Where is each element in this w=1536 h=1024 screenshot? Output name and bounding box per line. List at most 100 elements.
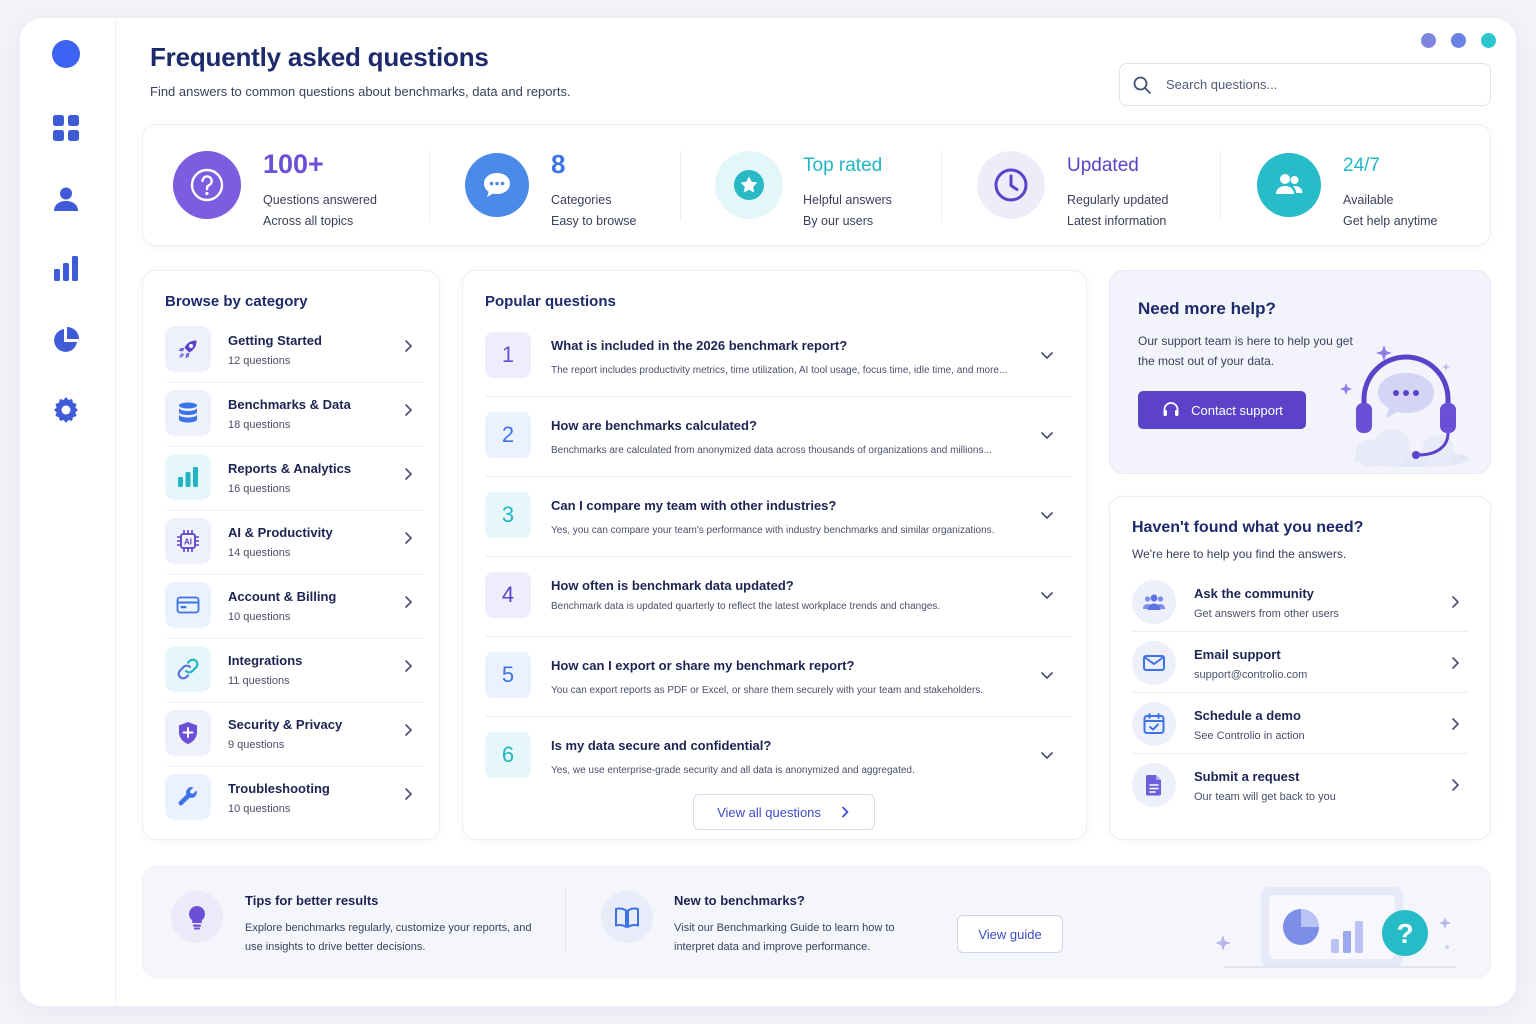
stat-divider xyxy=(941,151,942,221)
view-guide-button[interactable]: View guide xyxy=(957,915,1063,953)
category-item[interactable]: Reports & Analytics 16 questions xyxy=(165,447,423,511)
window-dot-3[interactable] xyxy=(1481,33,1496,48)
window-controls xyxy=(1421,33,1496,48)
contact-support-label: Contact support xyxy=(1191,402,1283,418)
category-name: Security & Privacy xyxy=(228,717,343,732)
email-icon xyxy=(1132,641,1176,685)
question-number: 4 xyxy=(485,572,531,618)
clock-icon xyxy=(977,151,1045,219)
help-option-demo[interactable]: Schedule a demo See Controlio in action xyxy=(1132,693,1468,754)
question-item[interactable]: 1 What is included in the 2026 benchmark… xyxy=(485,317,1071,397)
category-count: 11 questions xyxy=(228,675,290,687)
app-logo[interactable] xyxy=(52,40,80,68)
questions-title: Popular questions xyxy=(485,293,616,310)
question-item[interactable]: 6 Is my data secure and confidential? Ye… xyxy=(485,717,1071,797)
tips-banner: Tips for better results Explore benchmar… xyxy=(142,866,1491,978)
document-icon xyxy=(1132,763,1176,807)
stat-label: Regularly updated xyxy=(1067,193,1169,207)
help-option-email[interactable]: Email support support@controlio.com xyxy=(1132,632,1468,693)
app-window: Frequently asked questions Find answers … xyxy=(20,18,1516,1006)
question-answer-preview: Benchmark data is updated quarterly to r… xyxy=(551,601,941,612)
question-item[interactable]: 2 How are benchmarks calculated? Benchma… xyxy=(485,397,1071,477)
havent-found-panel: Haven't found what you need? We're here … xyxy=(1109,496,1491,840)
window-dot-2[interactable] xyxy=(1451,33,1466,48)
category-count: 14 questions xyxy=(228,547,291,559)
question-number: 2 xyxy=(485,412,531,458)
view-all-label: View all questions xyxy=(717,804,821,820)
question-number: 6 xyxy=(485,732,531,778)
question-text: Can I compare my team with other industr… xyxy=(551,498,837,513)
question-answer-preview: Yes, we use enterprise-grade security an… xyxy=(551,765,915,776)
question-answer-preview: Yes, you can compare your team's perform… xyxy=(551,525,995,536)
question-text: How are benchmarks calculated? xyxy=(551,418,757,433)
category-name: Reports & Analytics xyxy=(228,461,352,476)
chat-bubble-icon xyxy=(465,153,529,217)
users-icon xyxy=(1257,153,1321,217)
chevron-down-icon[interactable] xyxy=(1039,667,1055,683)
category-count: 18 questions xyxy=(228,419,291,431)
stat-value: Top rated xyxy=(803,155,883,176)
help-option-subtitle: Our team will get back to you xyxy=(1194,791,1336,803)
question-item[interactable]: 5 How can I export or share my benchmark… xyxy=(485,637,1071,717)
help-option-community[interactable]: Ask the community Get answers from other… xyxy=(1132,571,1468,632)
help-option-title: Ask the community xyxy=(1194,586,1314,601)
lightbulb-icon xyxy=(171,891,223,943)
category-count: 10 questions xyxy=(228,611,291,623)
category-count: 16 questions xyxy=(228,483,291,495)
dashboard-grid-icon[interactable] xyxy=(52,114,80,142)
stat-label: Available xyxy=(1343,193,1394,207)
chevron-right-icon xyxy=(405,788,412,800)
tips-title: Tips for better results xyxy=(245,893,379,908)
category-name: Integrations xyxy=(228,653,303,668)
chevron-right-icon xyxy=(405,532,412,544)
help-title: Need more help? xyxy=(1138,299,1276,318)
pie-chart-icon[interactable] xyxy=(52,326,80,354)
category-name: Getting Started xyxy=(228,333,322,348)
stat-value: 8 xyxy=(551,149,566,179)
window-dot-1[interactable] xyxy=(1421,33,1436,48)
chevron-down-icon[interactable] xyxy=(1039,747,1055,763)
guide-title: New to benchmarks? xyxy=(674,893,805,908)
user-icon[interactable] xyxy=(52,185,80,213)
stat-divider xyxy=(680,151,681,221)
chevron-right-icon xyxy=(405,404,412,416)
category-item[interactable]: Benchmarks & Data 18 questions xyxy=(165,383,423,447)
category-item[interactable]: AI AI & Productivity 14 questions xyxy=(165,511,423,575)
bar-chart-icon[interactable] xyxy=(52,254,80,282)
svg-text:?: ? xyxy=(1396,918,1413,949)
question-text: How often is benchmark data updated? xyxy=(551,578,794,593)
search-input[interactable] xyxy=(1166,77,1466,92)
category-item[interactable]: Integrations 11 questions xyxy=(165,639,423,703)
chevron-right-icon xyxy=(405,340,412,352)
question-item[interactable]: 4 How often is benchmark data updated? B… xyxy=(485,557,1071,637)
question-answer-preview: Benchmarks are calculated from anonymize… xyxy=(551,445,992,456)
chevron-down-icon[interactable] xyxy=(1039,507,1055,523)
category-count: 9 questions xyxy=(228,739,285,751)
chevron-down-icon[interactable] xyxy=(1039,587,1055,603)
view-all-questions-button[interactable]: View all questions xyxy=(693,794,875,830)
book-icon xyxy=(601,891,653,943)
search-box[interactable] xyxy=(1119,63,1491,106)
contact-support-button[interactable]: Contact support xyxy=(1138,391,1306,429)
stat-value: 100+ xyxy=(263,149,324,179)
tips-divider xyxy=(565,889,566,951)
category-item[interactable]: Security & Privacy 9 questions xyxy=(165,703,423,767)
chevron-down-icon[interactable] xyxy=(1039,427,1055,443)
question-answer-preview: You can export reports as PDF or Excel, … xyxy=(551,685,984,696)
headset-icon xyxy=(1163,402,1179,416)
stat-divider xyxy=(429,151,430,221)
help-option-subtitle: See Controlio in action xyxy=(1194,730,1305,742)
category-item[interactable]: Account & Billing 10 questions xyxy=(165,575,423,639)
chevron-right-icon xyxy=(405,724,412,736)
help-option-request[interactable]: Submit a request Our team will get back … xyxy=(1132,754,1468,815)
question-item[interactable]: 3 Can I compare my team with other indus… xyxy=(485,477,1071,557)
svg-text:AI: AI xyxy=(184,538,192,547)
category-item[interactable]: Troubleshooting 10 questions xyxy=(165,767,423,831)
question-circle-icon xyxy=(173,151,241,219)
gear-icon[interactable] xyxy=(52,396,80,424)
category-item[interactable]: Getting Started 12 questions xyxy=(165,319,423,383)
stat-sublabel: Get help anytime xyxy=(1343,214,1438,228)
chevron-down-icon[interactable] xyxy=(1039,347,1055,363)
shield-icon xyxy=(165,710,211,756)
rocket-icon xyxy=(165,326,211,372)
